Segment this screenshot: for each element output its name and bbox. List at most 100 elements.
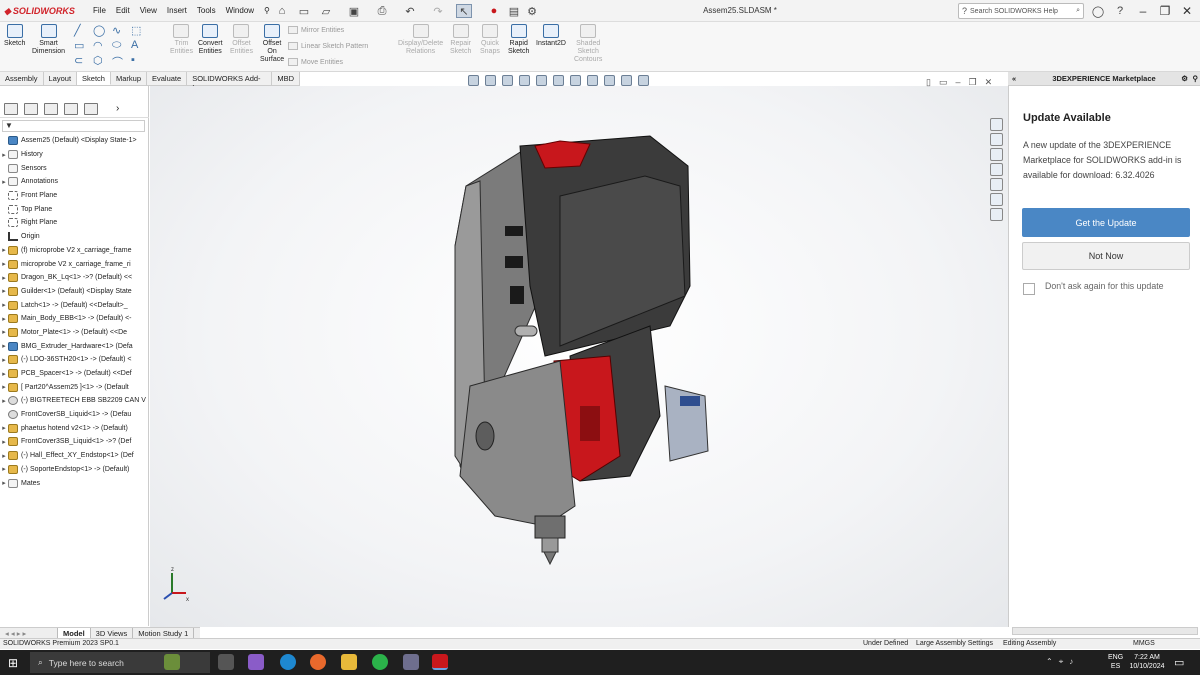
ellipse-icon[interactable]: ⬭ [112,39,125,52]
feature-tree-tab-icon[interactable] [4,102,18,115]
tab-mbd[interactable]: MBD [272,72,300,85]
tree-expander-icon[interactable]: ▸ [0,274,8,282]
tab-assembly[interactable]: Assembly [0,72,44,85]
menu-insert[interactable]: Insert [162,4,192,17]
extruder-assembly-model[interactable] [150,86,1008,627]
custom-properties-icon[interactable] [990,208,1003,221]
tree-expander-icon[interactable]: ▸ [0,301,8,309]
copilot-icon[interactable] [248,654,264,670]
whatsapp-icon[interactable] [372,654,388,670]
slot-icon[interactable]: ⊂ [74,54,87,70]
firefox-icon[interactable] [310,654,326,670]
chevron-up-icon[interactable]: ⌃ [1046,657,1053,667]
tree-item[interactable]: ▸ Main_Body_EBB<1> -> (Default) <- [0,312,149,326]
tab-evaluate[interactable]: Evaluate [147,72,188,85]
menu-view[interactable]: View [135,4,162,17]
user-account-icon[interactable]: ◯ [1090,4,1106,18]
tree-item[interactable]: ▸ Mates [0,476,149,490]
tree-filter-input[interactable]: ▼ [2,120,145,132]
text-icon[interactable]: A [131,39,144,52]
section-view-icon[interactable] [519,75,530,86]
solidworks-taskbar-icon[interactable] [432,654,448,670]
tab-markup[interactable]: Markup [111,72,147,85]
network-icon[interactable]: ⌖ [1059,657,1064,667]
tree-item[interactable]: ▸ Dragon_BK_Lq<1> ->? (Default) << [0,271,149,285]
tree-item[interactable]: ▸ microprobe V2 x_carriage_frame_ri [0,257,149,271]
rapid-sketch-button[interactable]: Rapid Sketch [508,24,529,56]
quick-snaps-button[interactable]: Quick Snaps [480,24,500,56]
solidworks-logo[interactable]: ◆ SOLIDWORKS [4,4,75,18]
tree-item[interactable]: ▸ Annotations [0,175,149,189]
tree-expander-icon[interactable]: ▸ [0,328,8,336]
tab-solidworks-addins[interactable]: SOLIDWORKS Add-Ins [187,72,273,92]
open-icon[interactable]: ▱ [318,4,334,18]
menu-file[interactable]: File [88,4,111,17]
tree-expander-icon[interactable]: ▸ [0,397,8,405]
zoom-to-area-icon[interactable] [485,75,496,86]
restore-button[interactable]: ❐ [1154,3,1176,19]
rebuild-icon[interactable]: ● [486,4,502,18]
move-entities-button[interactable]: Move Entities [288,58,343,66]
edge-icon[interactable] [280,654,296,670]
tree-item[interactable]: ▸ phaetus hotend v2<1> -> (Default) [0,421,149,435]
tree-item[interactable]: ▸ [ Part20^Assem25 ]<1> -> (Default [0,380,149,394]
sketch-point-icon[interactable]: ▪ [131,54,144,70]
notifications-icon[interactable]: ▭ [1174,656,1184,669]
home-tab-icon[interactable] [990,133,1003,146]
task-view-icon[interactable] [218,654,234,670]
tree-expander-icon[interactable]: ▸ [0,287,8,295]
menu-edit[interactable]: Edit [111,4,135,17]
menu-window[interactable]: Window [221,4,259,17]
file-explorer-taskbar-icon[interactable] [341,654,357,670]
collapse-pane-icon[interactable]: « [1012,74,1016,83]
tree-expander-icon[interactable]: ▸ [0,383,8,391]
tree-expander-icon[interactable]: ▸ [0,356,8,364]
pane-settings-icon[interactable]: ⚙ [1181,74,1188,83]
tree-item[interactable]: Right Plane [0,216,149,230]
task-pane-scrollbar[interactable] [1012,627,1198,635]
dynamic-annotation-icon[interactable] [536,75,547,86]
tree-expander-icon[interactable]: ▸ [0,479,8,487]
viewport-close-button[interactable]: ✕ [985,77,993,88]
tree-item[interactable]: ▸ BMG_Extruder_Hardware<1> (Defa [0,339,149,353]
options-gear-icon[interactable]: ⚙ [524,4,540,18]
tree-item[interactable]: ▸ (f) microprobe V2 x_carriage_frame [0,244,149,258]
tree-item[interactable]: ▸ FrontCover3SB_Liquid<1> ->? (Def [0,435,149,449]
tree-item[interactable]: ▸ PCB_Spacer<1> -> (Default) <<Def [0,367,149,381]
weather-widget-icon[interactable] [164,654,180,670]
taskbar-search-input[interactable]: ⌕ Type here to search [30,652,210,673]
tree-expander-icon[interactable]: ▸ [0,246,8,254]
tree-item[interactable]: FrontCoverSB_Liquid<1> -> (Defau [0,408,149,422]
display-manager-tab-icon[interactable] [84,102,98,115]
solidworks-resources-icon[interactable] [990,118,1003,131]
edit-appearance-icon[interactable] [604,75,615,86]
tree-expander-icon[interactable]: ▸ [0,151,8,159]
tab-scroll-arrows[interactable]: ◂ ◂ ▸ ▸ [0,627,58,639]
fillet-icon[interactable]: ⌒ [112,54,125,70]
new-document-icon[interactable]: ▭ [296,4,312,18]
linear-pattern-button[interactable]: Linear Sketch Pattern [288,42,368,50]
zoom-to-fit-icon[interactable] [468,75,479,86]
tree-item[interactable]: ▸ (-) LDO-36STH20<1> -> (Default) < [0,353,149,367]
volume-icon[interactable]: ♪ [1069,657,1073,667]
offset-on-surface-button[interactable]: Offset On Surface [260,24,284,64]
tree-item[interactable]: ▸ (-) SoporteEndstop<1> -> (Default) [0,463,149,477]
tree-expander-icon[interactable]: ▸ [0,260,8,268]
property-manager-tab-icon[interactable] [24,102,38,115]
dont-ask-checkbox[interactable] [1023,283,1035,295]
redo-icon[interactable]: ↷ [430,4,446,18]
circle-icon[interactable]: ◯ [93,24,106,37]
tab-model[interactable]: Model [58,627,91,639]
not-now-button[interactable]: Not Now [1022,242,1190,270]
undo-icon[interactable]: ↶ [402,4,418,18]
mirror-entities-button[interactable]: Mirror Entities [288,26,344,34]
arc-icon[interactable]: ◠ [93,39,106,52]
shaded-sketch-contours-button[interactable]: Shaded Sketch Contours [574,24,602,64]
smart-dimension-button[interactable]: Smart Dimension [32,24,65,56]
convert-entities-button[interactable]: Convert Entities [198,24,223,56]
tree-expander-icon[interactable]: ▸ [0,465,8,473]
tree-root-assembly[interactable]: Assem25 (Default) <Display State-1> [0,134,149,148]
home-icon[interactable]: ⌂ [274,4,290,18]
clock[interactable]: 7:22 AM 10/10/2024 [1128,653,1166,671]
view-palette-icon[interactable] [990,178,1003,191]
